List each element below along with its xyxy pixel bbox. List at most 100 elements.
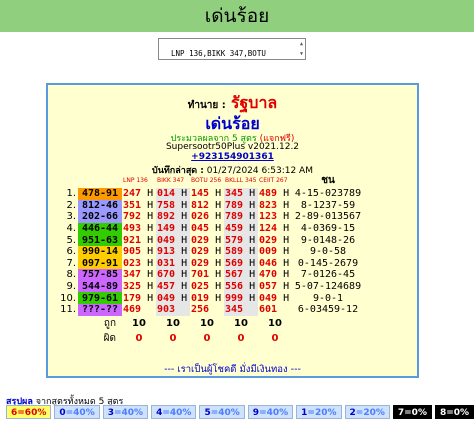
formula-cell: 009 H [258,246,292,258]
formula-status: H [215,188,222,200]
predicted-number: ???-?? [78,303,122,316]
formula-status: H [249,257,256,269]
formula-digits: 758 [157,199,176,211]
formula-status: H [283,234,290,246]
formula-cell: 493 H [122,223,156,235]
formula-cell: 026 H [190,211,224,223]
formula-cell: 029 H [258,234,292,246]
formula-status: H [181,269,188,281]
formula-cell: 123 H [258,211,292,223]
digit-chip[interactable]: 7=0% [392,405,432,419]
formula-status: H [147,211,154,223]
chon-value: 2-89-013567 [294,211,362,223]
col-header-botu: BOTU 256 [191,177,222,184]
scroll-down-arrow-icon[interactable]: ▼ [298,49,305,59]
chon-value: 9-0-58 [309,246,347,258]
formula-status: H [215,257,222,269]
formula-cell: 045 H [190,223,224,235]
formula-digits: 789 [225,199,244,211]
formula-status: H [181,188,188,200]
results-table: LNP 136 BIKK 347 BOTU 256 BKLLL 345 CEII… [56,173,364,346]
formula-cell: 470 H [258,269,292,281]
formula-digits: 792 [123,211,142,223]
digit-chip[interactable]: 4=40% [151,405,197,419]
formula-digits: 489 [259,188,278,200]
formula-digits: 247 [123,188,142,200]
formula-codes-textarea[interactable]: LNP 136,BIKK 347,BOTU 256,BKLLL 345,CEII… [158,38,306,60]
formula-digits: 589 [225,246,244,258]
formula-digits: 045 [191,223,210,235]
formula-digits: 601 [259,304,278,316]
hit-label: ถูก [103,317,116,329]
formula-cell: 823 H [258,200,292,212]
digit-chip[interactable]: 1=20% [296,405,342,419]
formula-status: H [147,281,154,293]
formula-digits: 145 [191,188,210,200]
chon-value: 6-03459-12 [297,304,359,316]
formula-cell: 913 H [156,245,190,258]
col-header-ceiit: CEIIT 267 [259,177,288,184]
formula-cell: 789 H [224,199,258,212]
formula-digits: 049 [259,292,278,304]
formula-cell: 057 H [258,281,292,293]
row-index: 8. [66,269,76,281]
formula-cell: 905 H [122,246,156,258]
formula-status: H [249,234,256,246]
formula-digits: 325 [123,281,142,293]
formula-status: H [181,246,188,258]
digit-chip[interactable]: 8=0% [434,405,474,419]
formula-cell: 124 H [258,223,292,235]
formula-digits: 347 [123,269,142,281]
result-panel: ทำนาย : รัฐบาล เด่นร้อย ประมวลผลจาก 5 สู… [46,83,419,378]
formula-cell: 345 [224,303,258,316]
digit-chip[interactable]: 6=60% [6,405,52,419]
predicted-number: 757-85 [78,269,122,281]
formula-cell: 351 H [122,200,156,212]
formula-cell: 999 H [224,292,258,304]
formula-cell: 029 H [190,246,224,258]
predicted-number: 812-46 [78,199,122,212]
formula-digits: 049 [157,234,176,246]
formula-status: H [181,223,188,235]
formula-cell: 921 H [122,234,156,246]
formula-digits: 459 [225,223,244,235]
formula-codes-text: LNP 136,BIKK 347,BOTU 256,BKLLL 345,CEII… [171,49,266,58]
formula-cell: 892 H [156,211,190,223]
formula-cell: 489 H [258,188,292,200]
page-title: เด่นร้อย [204,5,270,27]
formula-digits: 026 [191,211,210,223]
formula-cell: 145 H [190,188,224,200]
predicted-number: 951-63 [78,234,122,246]
formula-digits: 569 [225,257,244,269]
row-index: 3. [66,211,76,223]
row-index: 4. [66,223,76,235]
scroll-up-arrow-icon[interactable]: ▲ [298,39,305,49]
formula-cell: 256 [190,304,224,316]
digit-chip[interactable]: 9=40% [247,405,294,419]
digit-chip[interactable]: 3=40% [102,405,149,419]
formula-cell: 556 H [224,280,258,293]
formula-cell: 149 H [156,222,190,235]
formula-digits: 701 [191,269,210,281]
formula-status: H [147,269,154,281]
chip-percent: =40% [210,408,240,418]
digit-chip[interactable]: 0=40% [54,405,100,419]
formula-status: H [283,199,290,211]
phone-link[interactable]: +923154901361 [48,152,417,162]
result-row: 5. 951-63 921 H 049 H 029 H 579 H 029 H 9-0148-… [56,234,364,246]
version-text: Supersootr50Plus v2021.12.2 [165,142,300,152]
chon-value: 4-15-023789 [294,188,362,200]
formula-status: H [181,281,188,293]
formula-cell: 579 H [224,234,258,246]
formula-status: H [215,269,222,281]
result-row: 1. 478-91 247 H 014 H 145 H 345 H 489 H 4-15-02… [56,188,364,200]
formula-digits: 124 [259,223,278,235]
formula-status: H [181,199,188,211]
formula-status: H [283,292,290,304]
digit-chip[interactable]: 5=40% [199,405,245,419]
formula-cell: 029 H [190,258,224,270]
formula-digits: 123 [259,211,278,223]
digit-chip[interactable]: 2=20% [344,405,390,419]
digit-percent-chips: 6=60% 0=40% 3=40% 4=40% 5=40% 9=40% 1=20% 2=20%… [6,405,474,419]
result-row: 11. ???-?? 469 903 256 345 601 6-03459-12 [56,303,364,316]
